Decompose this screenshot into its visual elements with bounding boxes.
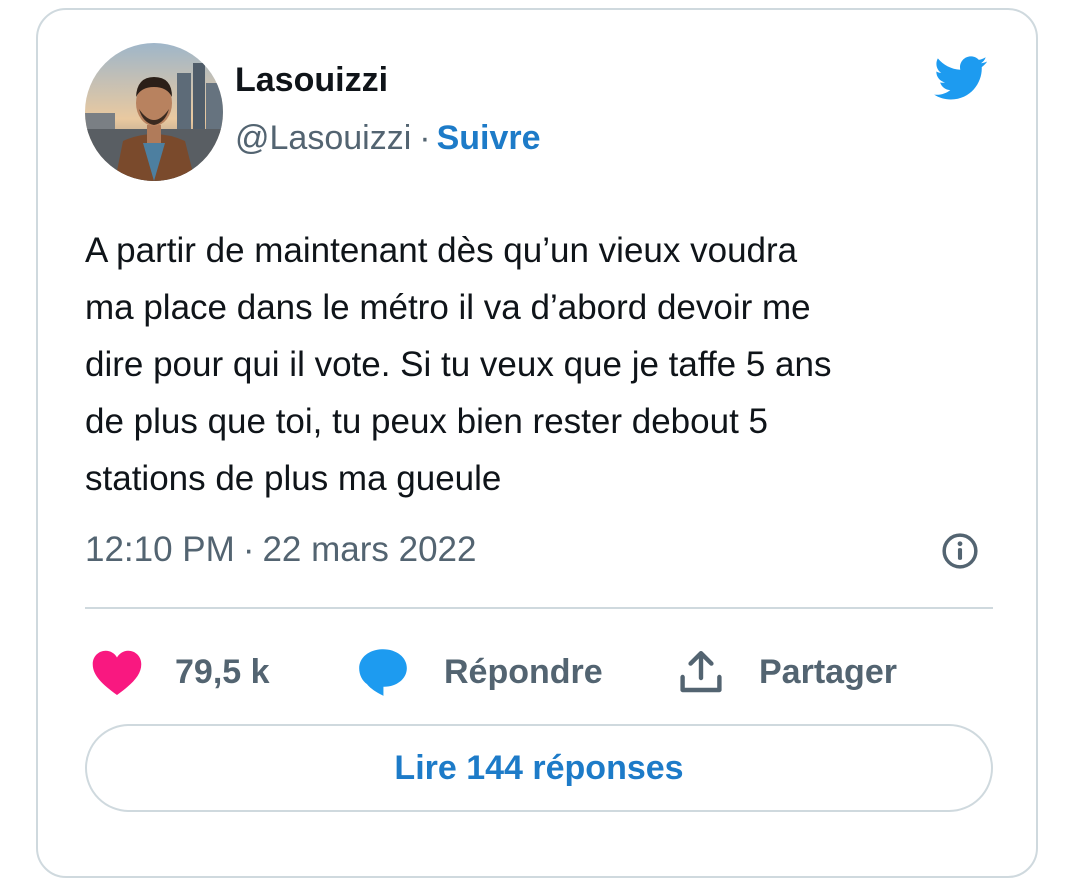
author-handle-row: @Lasouizzi · Suivre (235, 118, 541, 158)
avatar[interactable] (85, 43, 223, 181)
tweet-text: A partir de maintenant dès qu’un vieux v… (85, 231, 832, 498)
reply-button[interactable]: Répondre (356, 642, 603, 702)
info-icon[interactable] (941, 532, 979, 570)
tweet-date: 22 mars 2022 (262, 530, 477, 569)
tweet-time: 12:10 PM (85, 530, 235, 569)
share-upload-icon (680, 651, 722, 693)
like-button[interactable]: 79,5 k (91, 642, 270, 702)
speech-bubble-icon (359, 649, 407, 696)
author-display-name[interactable]: Lasouizzi (235, 60, 388, 100)
timestamp-separator: · (242, 530, 255, 569)
reply-label: Répondre (444, 652, 603, 691)
read-replies-button[interactable]: Lire 144 réponses (85, 724, 993, 812)
heart-icon (92, 650, 142, 695)
handle-separator: · (419, 119, 431, 157)
tweet-card: Lasouizzi @Lasouizzi · Suivre A partir de … (36, 8, 1038, 878)
follow-link[interactable]: Suivre (437, 119, 541, 157)
like-count: 79,5 k (175, 652, 270, 691)
tweet-timestamp[interactable]: 12:10 PM · 22 mars 2022 (85, 528, 477, 572)
share-label: Partager (759, 652, 897, 691)
divider (85, 607, 993, 609)
share-button[interactable]: Partager (677, 642, 897, 702)
twitter-bird-icon[interactable] (926, 50, 994, 106)
author-handle[interactable]: @Lasouizzi (235, 119, 411, 157)
